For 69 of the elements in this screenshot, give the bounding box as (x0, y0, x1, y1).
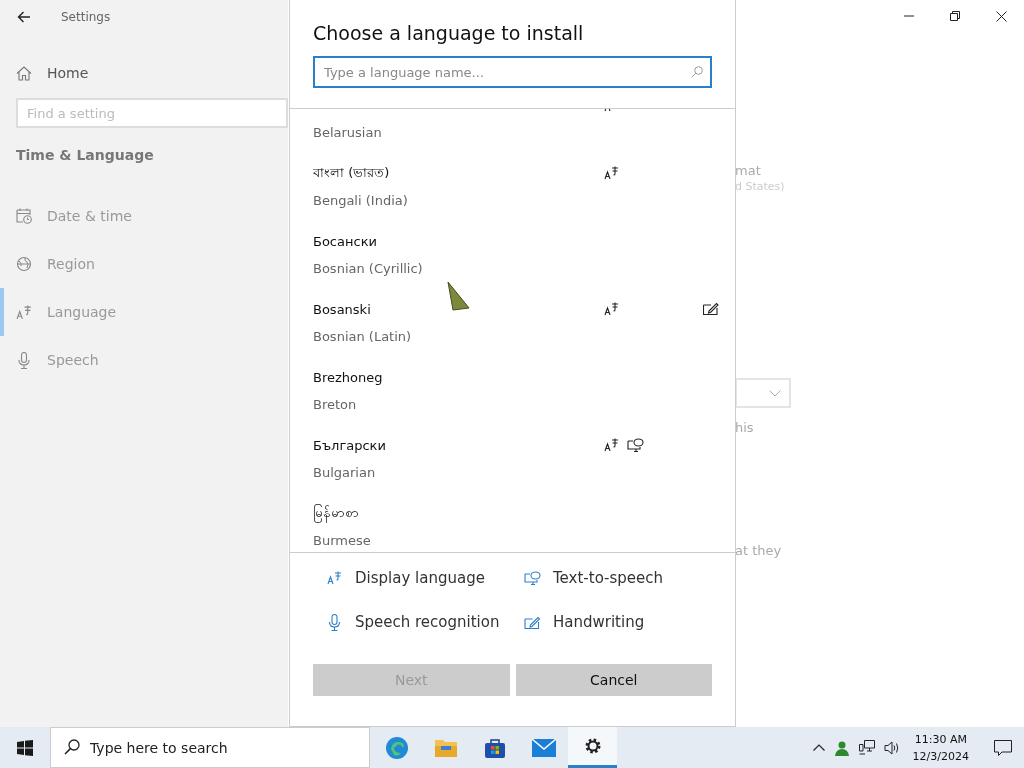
microphone-icon (326, 613, 343, 631)
legend-label: Speech recognition (355, 613, 500, 631)
chevron-down-icon (769, 389, 781, 397)
chevron-up-icon[interactable] (812, 744, 825, 751)
section-heading: Time & Language (16, 147, 155, 163)
list-option[interactable]: မြန်မာစာ Burmese (290, 499, 735, 552)
pen-pad-icon (524, 615, 541, 629)
description-text: at they (735, 543, 782, 558)
window-title: Settings (61, 9, 111, 24)
legend-label: Display language (355, 569, 485, 587)
person-icon[interactable] (833, 739, 850, 756)
list-option[interactable]: Босански Bosnian (Cyrillic) (290, 227, 735, 295)
language-name: Breton (313, 396, 358, 414)
native-name: Български (313, 437, 386, 453)
dialog-button[interactable]: Cancel (515, 664, 712, 696)
language-search-field[interactable]: Type a language name... (313, 56, 712, 88)
notification-icon[interactable] (994, 739, 1012, 756)
restore-icon[interactable] (950, 11, 960, 21)
native-name: Brezhoneg (313, 369, 383, 385)
envelope-icon (530, 737, 557, 758)
home-icon (16, 65, 32, 81)
list-option[interactable]: Brezhoneg Breton (290, 363, 735, 431)
language-icon (16, 304, 32, 320)
taskbar-search-field[interactable]: Type here to search (50, 727, 370, 768)
home-link[interactable]: Home (47, 65, 89, 81)
microphone-icon (16, 351, 32, 369)
folder-icon (433, 737, 458, 758)
legend-label: Text-to-speech (553, 569, 664, 587)
speaker-icon[interactable] (883, 740, 900, 755)
pen-pad-icon (703, 302, 719, 315)
search-icon (64, 739, 80, 755)
language-name: Bosnian (Latin) (313, 328, 413, 346)
language-name: Bengali (India) (313, 192, 409, 210)
list-option[interactable]: Български Bulgarian (290, 431, 735, 499)
native-name: বাংলা (ভারত) (313, 163, 390, 182)
clock-time[interactable]: 11:30 AM (914, 730, 967, 748)
language-icon (603, 437, 619, 452)
windows-logo-icon[interactable] (17, 739, 33, 756)
list-option[interactable]: বাংলা (ভারত) Bengali (India) (290, 159, 735, 227)
find-setting-field[interactable]: Find a setting (16, 98, 288, 128)
browser-swirl-icon (384, 735, 409, 760)
shopping-bag-icon (483, 736, 506, 759)
native-name: မြန်မာစာ (313, 503, 359, 523)
close-icon[interactable] (996, 11, 1007, 22)
language-name: Bosnian (Cyrillic) (313, 260, 424, 278)
monitor-speech-icon (524, 570, 541, 586)
description-text: his (735, 420, 754, 435)
language-name: Burmese (313, 532, 372, 550)
language-name: Belarusian (313, 124, 383, 142)
globe-icon (16, 256, 32, 272)
list-option[interactable]: Bosanski Bosnian (Latin) (290, 295, 735, 363)
language-icon (603, 302, 619, 316)
legend-label: Handwriting (553, 613, 645, 631)
language-icon (603, 166, 619, 180)
list-option[interactable]: Belarusian (290, 109, 735, 159)
native-name: Bosanski (313, 301, 371, 317)
native-name: Босански (313, 233, 377, 249)
language-icon (326, 571, 343, 585)
dialog-title: Choose a language to install (313, 22, 585, 44)
setting-heading: mat (735, 163, 761, 178)
monitor-speech-icon (626, 437, 644, 453)
search-icon (691, 66, 703, 78)
network-icon[interactable] (858, 740, 875, 755)
taskbar-app[interactable] (568, 727, 617, 768)
calendar-clock-icon (16, 208, 32, 224)
cursor-icon (446, 281, 470, 311)
back-arrow-icon[interactable] (17, 10, 31, 23)
clock-date[interactable]: 12/3/2024 (912, 747, 969, 765)
language-name: Bulgarian (313, 464, 377, 482)
